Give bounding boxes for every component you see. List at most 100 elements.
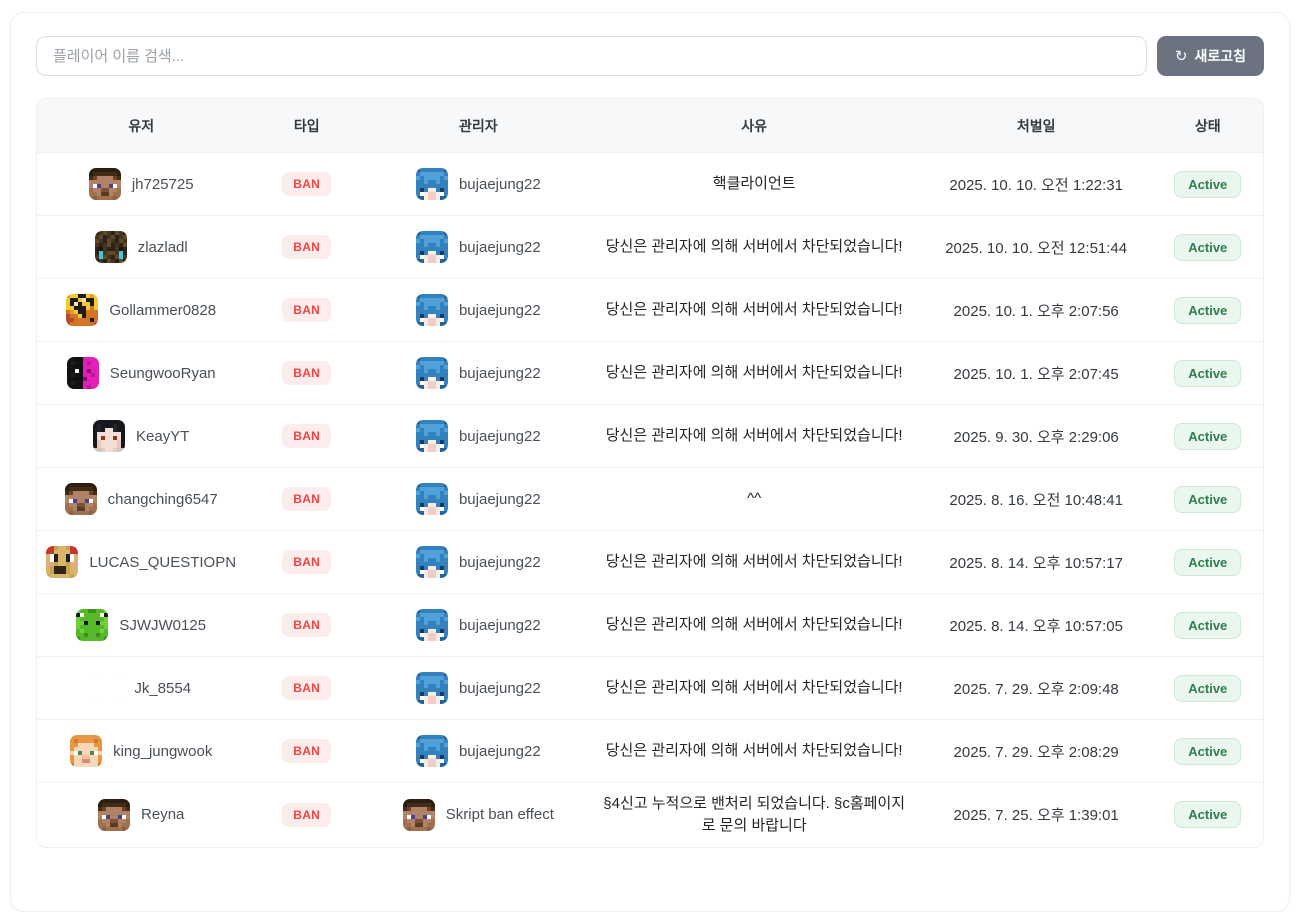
ban-reason: 당신은 관리자에 의해 서버에서 차단되었습니다!: [589, 604, 920, 646]
type-cell: BAN: [245, 235, 368, 259]
ban-reason: 당신은 관리자에 의해 서버에서 차단되었습니다!: [589, 226, 920, 268]
admin-name: bujaejung22: [459, 176, 541, 193]
user-cell: king_jungwook: [37, 735, 245, 767]
status-cell: Active: [1153, 801, 1263, 828]
admin-cell: bujaejung22: [368, 294, 589, 326]
player-name: jh725725: [132, 176, 194, 193]
column-header-date: 처벌일: [920, 116, 1153, 136]
admin-cell: bujaejung22: [368, 735, 589, 767]
status-badge: Active: [1174, 675, 1241, 702]
admin-name: bujaejung22: [459, 365, 541, 382]
ban-type-badge: BAN: [282, 803, 331, 827]
status-badge: Active: [1174, 612, 1241, 639]
ban-type-badge: BAN: [282, 676, 331, 700]
status-cell: Active: [1153, 612, 1263, 639]
status-cell: Active: [1153, 234, 1263, 261]
admin-avatar: [416, 357, 448, 389]
admin-avatar: [416, 231, 448, 263]
table-row: king_jungwook BAN bujaejung22 당신은 관리자에 의…: [37, 719, 1263, 782]
player-name: Jk_8554: [134, 680, 191, 697]
status-cell: Active: [1153, 486, 1263, 513]
status-cell: Active: [1153, 675, 1263, 702]
player-name: changching6547: [108, 491, 218, 508]
status-badge: Active: [1174, 423, 1241, 450]
column-header-user: 유저: [37, 116, 245, 136]
table-row: Reyna BAN Skript ban effect §4신고 누적으로 밴처…: [37, 782, 1263, 847]
ban-date: 2025. 7. 25. 오후 1:39:01: [920, 804, 1153, 825]
search-input[interactable]: [36, 36, 1147, 76]
player-avatar: [46, 546, 78, 578]
table-row: jh725725 BAN bujaejung22 핵클라이언트 2025. 10…: [37, 152, 1263, 215]
ban-reason: ^^: [589, 478, 920, 520]
refresh-button-label: 새로고침: [1194, 46, 1246, 66]
user-cell: KeayYT: [37, 420, 245, 452]
admin-avatar: [416, 735, 448, 767]
type-cell: BAN: [245, 424, 368, 448]
user-cell: SeungwooRyan: [37, 357, 245, 389]
admin-avatar: [403, 799, 435, 831]
admin-avatar: [416, 546, 448, 578]
admin-name: bujaejung22: [459, 428, 541, 445]
status-cell: Active: [1153, 423, 1263, 450]
status-cell: Active: [1153, 360, 1263, 387]
refresh-icon: ↻: [1175, 47, 1188, 65]
player-name: Reyna: [141, 806, 184, 823]
player-avatar: [91, 672, 123, 704]
ban-type-badge: BAN: [282, 739, 331, 763]
admin-name: bujaejung22: [459, 617, 541, 634]
ban-type-badge: BAN: [282, 172, 331, 196]
player-name: SeungwooRyan: [110, 365, 216, 382]
player-name: Gollammer0828: [109, 302, 216, 319]
admin-cell: bujaejung22: [368, 483, 589, 515]
table-row: LUCAS_QUESTIOPN BAN bujaejung22 당신은 관리자에…: [37, 530, 1263, 593]
admin-cell: bujaejung22: [368, 672, 589, 704]
ban-date: 2025. 8. 14. 오후 10:57:05: [920, 615, 1153, 636]
ban-date: 2025. 9. 30. 오후 2:29:06: [920, 426, 1153, 447]
ban-type-badge: BAN: [282, 613, 331, 637]
ban-date: 2025. 7. 29. 오후 2:09:48: [920, 678, 1153, 699]
admin-name: bujaejung22: [459, 680, 541, 697]
table-row: SeungwooRyan BAN bujaejung22 당신은 관리자에 의해…: [37, 341, 1263, 404]
admin-avatar: [416, 672, 448, 704]
admin-name: bujaejung22: [459, 554, 541, 571]
status-badge: Active: [1174, 234, 1241, 261]
player-avatar: [93, 420, 125, 452]
admin-avatar: [416, 168, 448, 200]
ban-reason: 당신은 관리자에 의해 서버에서 차단되었습니다!: [589, 289, 920, 331]
ban-reason: 핵클라이언트: [589, 163, 920, 205]
admin-cell: bujaejung22: [368, 609, 589, 641]
player-avatar: [89, 168, 121, 200]
user-cell: changching6547: [37, 483, 245, 515]
status-cell: Active: [1153, 297, 1263, 324]
toolbar: ↻ 새로고침: [36, 36, 1264, 76]
admin-cell: bujaejung22: [368, 168, 589, 200]
ban-type-badge: BAN: [282, 235, 331, 259]
player-avatar: [70, 735, 102, 767]
admin-name: bujaejung22: [459, 239, 541, 256]
ban-reason: 당신은 관리자에 의해 서버에서 차단되었습니다!: [589, 541, 920, 583]
table-row: SJWJW0125 BAN bujaejung22 당신은 관리자에 의해 서버…: [37, 593, 1263, 656]
player-avatar: [67, 357, 99, 389]
admin-avatar: [416, 483, 448, 515]
type-cell: BAN: [245, 487, 368, 511]
admin-cell: bujaejung22: [368, 231, 589, 263]
player-avatar: [76, 609, 108, 641]
ban-date: 2025. 8. 14. 오후 10:57:17: [920, 552, 1153, 573]
admin-avatar: [416, 294, 448, 326]
player-avatar: [65, 483, 97, 515]
type-cell: BAN: [245, 550, 368, 574]
ban-table: 유저 타입 관리자 사유 처벌일 상태 jh725725 BAN bujaeju…: [36, 98, 1264, 848]
player-name: SJWJW0125: [119, 617, 206, 634]
admin-name: bujaejung22: [459, 743, 541, 760]
status-cell: Active: [1153, 549, 1263, 576]
refresh-button[interactable]: ↻ 새로고침: [1157, 36, 1264, 76]
column-header-status: 상태: [1153, 116, 1263, 136]
admin-avatar: [416, 609, 448, 641]
status-cell: Active: [1153, 738, 1263, 765]
admin-cell: bujaejung22: [368, 546, 589, 578]
type-cell: BAN: [245, 739, 368, 763]
admin-avatar: [416, 420, 448, 452]
ban-type-badge: BAN: [282, 550, 331, 574]
ban-reason: §4신고 누적으로 밴처리 되었습니다. §c홈페이지로 문의 바랍니다: [589, 783, 920, 847]
table-row: KeayYT BAN bujaejung22 당신은 관리자에 의해 서버에서 …: [37, 404, 1263, 467]
